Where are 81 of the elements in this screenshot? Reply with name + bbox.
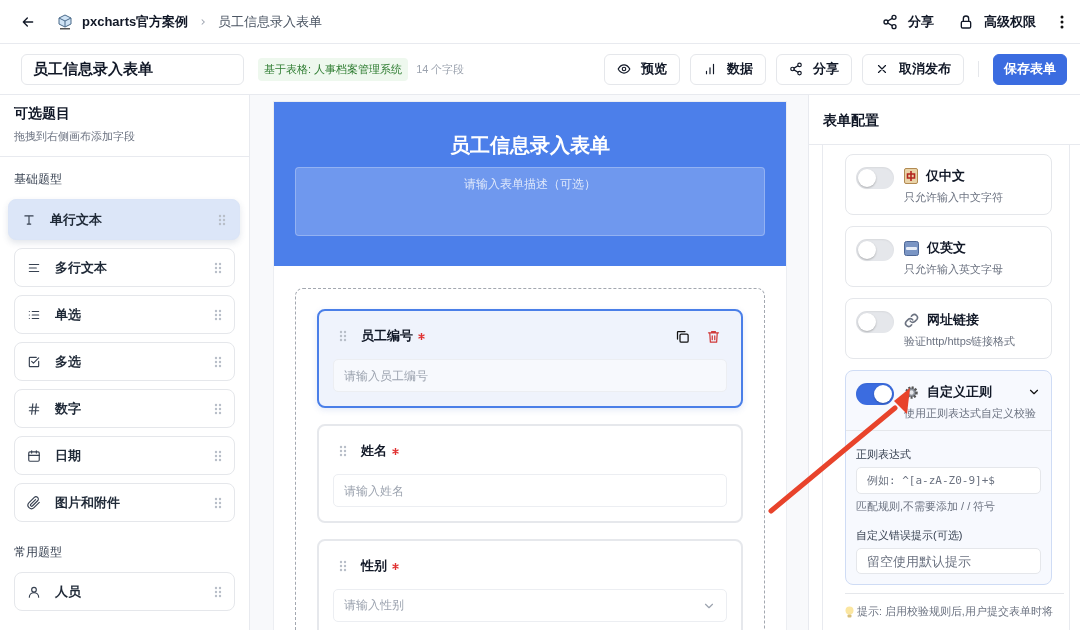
form-field-card[interactable]: 员工编号 请输入员工编号 <box>317 309 743 408</box>
link-icon <box>904 312 919 328</box>
toggle-switch[interactable] <box>856 167 894 189</box>
checkbox-icon <box>27 354 41 369</box>
preview-button[interactable]: 预览 <box>604 53 680 85</box>
group-heading: 基础题型 <box>13 171 63 188</box>
drag-handle-icon[interactable] <box>214 585 222 598</box>
close-icon <box>875 62 889 76</box>
unpublish-button[interactable]: 取消发布 <box>862 53 964 85</box>
field-type-item[interactable]: 单选 <box>14 295 235 334</box>
field-type-item[interactable]: 多行文本 <box>14 248 235 287</box>
field-type-item[interactable]: 单行文本 <box>8 199 240 240</box>
rule-title: 仅英文 <box>927 239 966 257</box>
panel-subtitle: 拖拽到右侧画布添加字段 <box>14 129 136 144</box>
drag-handle-icon[interactable] <box>214 402 222 415</box>
toggle-switch[interactable] <box>856 383 894 405</box>
copy-icon[interactable] <box>675 328 690 344</box>
toggle-switch[interactable] <box>856 311 894 333</box>
person-icon <box>27 584 41 599</box>
text-field[interactable]: 请输入员工编号 <box>333 359 727 392</box>
text-icon <box>22 212 36 227</box>
error-message-field[interactable]: 留空使用默认提示 <box>856 548 1041 574</box>
form-title-field[interactable]: 员工信息录入表单 <box>21 53 244 85</box>
paperclip-icon <box>27 495 41 510</box>
regex-field[interactable]: 例如: ^[a-zA-Z0-9]+$ <box>856 467 1041 494</box>
rule-title: 自定义正则 <box>927 383 992 401</box>
permissions-button[interactable]: 高级权限 <box>958 12 1036 31</box>
hash-icon <box>27 401 41 416</box>
field-count: 14 个字段 <box>416 61 465 77</box>
tile-icon <box>904 168 918 184</box>
drag-handle-icon[interactable] <box>214 355 222 368</box>
lock-icon <box>958 13 974 30</box>
field-type-item[interactable]: 多选 <box>14 342 235 381</box>
field-type-item[interactable]: 数字 <box>14 389 235 428</box>
calendar-icon <box>27 448 41 463</box>
breadcrumb-link[interactable]: pxcharts官方案例 <box>82 12 189 31</box>
field-type-item[interactable]: 日期 <box>14 436 235 475</box>
eye-icon <box>617 62 631 76</box>
drag-handle-icon[interactable] <box>214 308 222 321</box>
share-button[interactable]: 分享 <box>882 12 934 31</box>
form-field-card[interactable]: 性别 请输入性别 <box>317 539 743 630</box>
text-field[interactable]: 请输入姓名 <box>333 474 727 507</box>
rule-title: 仅中文 <box>926 167 965 185</box>
share-button[interactable]: 分享 <box>776 53 852 85</box>
rule-description: 只允许输入中文字符 <box>904 190 1004 205</box>
form-heading: 员工信息录入表单 <box>450 133 610 158</box>
save-button[interactable]: 保存表单 <box>993 53 1067 85</box>
field-label: 正则表达式 <box>856 447 912 462</box>
share-icon <box>882 13 898 30</box>
toggle-switch[interactable] <box>856 239 894 261</box>
drag-handle-icon[interactable] <box>218 213 226 226</box>
field-label: 姓名 <box>361 442 387 460</box>
tip-text: 提示: 启用校验规则后,用户提交表单时将 <box>857 605 1053 619</box>
field-label: 员工编号 <box>361 327 413 345</box>
delete-icon[interactable] <box>706 328 721 344</box>
field-hint: 匹配规则,不需要添加 / / 符号 <box>856 499 997 514</box>
rule-title: 网址链接 <box>927 311 979 329</box>
rule-description: 只允许输入英文字母 <box>904 262 1004 277</box>
source-table-tag: 基于表格: 人事档案管理系统 <box>258 57 409 81</box>
bar-chart-icon <box>703 62 717 76</box>
logo-icon <box>58 13 72 30</box>
drag-handle-icon[interactable] <box>339 560 347 572</box>
rule-description: 验证http/https链接格式 <box>904 334 1017 349</box>
field-type-item[interactable]: 图片和附件 <box>14 483 235 522</box>
drag-handle-icon[interactable] <box>214 261 222 274</box>
group-heading: 常用题型 <box>13 544 63 561</box>
drag-handle-icon[interactable] <box>214 449 222 462</box>
drag-handle-icon[interactable] <box>214 496 222 509</box>
field-label: 性别 <box>361 557 387 575</box>
field-type-item[interactable]: 人员 <box>14 572 235 611</box>
breadcrumb-current: 员工信息录入表单 <box>218 12 323 31</box>
data-button[interactable]: 数据 <box>690 53 766 85</box>
share-icon <box>789 62 803 76</box>
drag-handle-icon[interactable] <box>339 445 347 457</box>
drag-handle-icon[interactable] <box>339 330 347 342</box>
lightbulb-icon <box>845 606 854 618</box>
field-label: 自定义错误提示(可选) <box>856 528 964 543</box>
form-field-card[interactable]: 姓名 请输入姓名 <box>317 424 743 523</box>
more-menu-icon[interactable] <box>1060 14 1064 29</box>
panel-title: 表单配置 <box>809 95 1080 145</box>
panel-title: 可选题目 <box>14 105 71 123</box>
